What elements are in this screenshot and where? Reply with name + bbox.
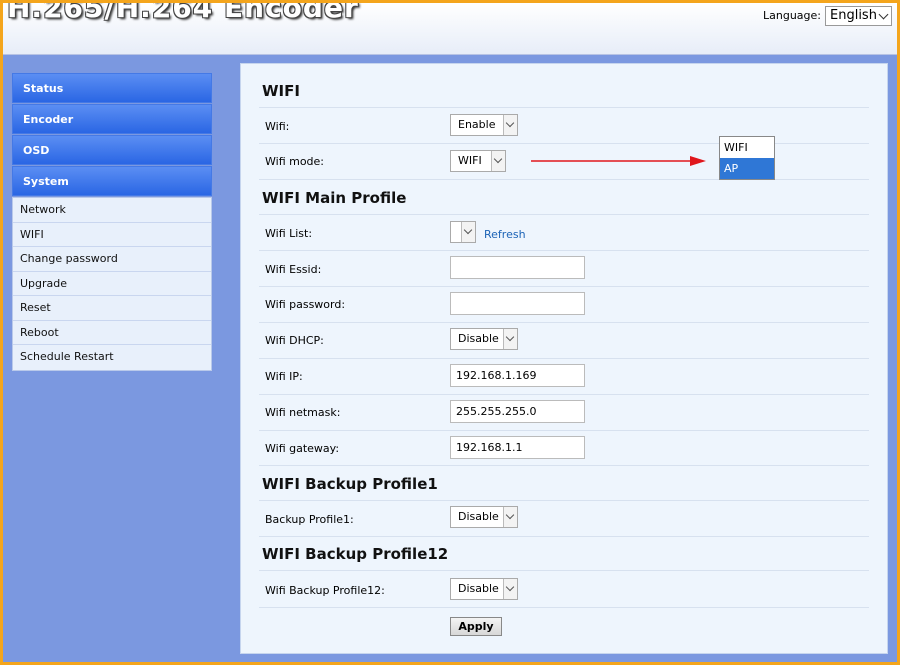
chevron-down-icon — [463, 225, 473, 235]
divider — [259, 570, 869, 571]
wifi-enable-value: Enable — [458, 118, 496, 131]
app-frame: H.265/H.264 Encoder Language: English St… — [3, 3, 897, 662]
chevron-down-icon — [493, 154, 503, 164]
wifi-essid-input[interactable] — [450, 256, 585, 279]
backup12-select[interactable]: Disable — [450, 578, 518, 600]
divider — [259, 500, 869, 501]
language-select[interactable]: English — [825, 6, 892, 26]
dropdown-button — [503, 507, 517, 527]
chevron-down-icon — [878, 9, 889, 20]
backup12-label: Wifi Backup Profile12: — [265, 584, 385, 597]
wifi-ip-label: Wifi IP: — [265, 370, 303, 383]
divider — [259, 430, 869, 431]
wifi-netmask-label: Wifi netmask: — [265, 406, 341, 419]
dropdown-button — [491, 151, 505, 171]
divider — [259, 214, 869, 215]
backup1-value: Disable — [458, 510, 499, 523]
wifi-mode-select[interactable]: WIFI — [450, 150, 506, 172]
section-title-backup1: WIFI Backup Profile1 — [262, 475, 438, 493]
chevron-down-icon — [505, 118, 515, 128]
dropdown-button — [503, 115, 517, 135]
settings-panel: WIFI Wifi: Enable Wifi mode: WIFI WIFI M… — [240, 63, 888, 654]
section-title-main-profile: WIFI Main Profile — [262, 189, 407, 207]
annotation-arrow-icon — [531, 156, 706, 166]
option-ap[interactable]: AP — [720, 158, 774, 179]
sidebar-item-network[interactable]: Network — [13, 198, 211, 223]
divider — [259, 358, 869, 359]
menu-status[interactable]: Status — [12, 73, 212, 103]
wifi-gateway-input[interactable]: 192.168.1.1 — [450, 436, 585, 459]
wifi-dhcp-value: Disable — [458, 332, 499, 345]
refresh-link[interactable]: Refresh — [484, 228, 526, 241]
wifi-essid-label: Wifi Essid: — [265, 263, 322, 276]
sidebar-item-wifi[interactable]: WIFI — [13, 223, 211, 247]
option-wifi[interactable]: WIFI — [720, 137, 774, 158]
sidebar-item-change-password[interactable]: Change password — [13, 247, 211, 272]
wifi-label: Wifi: — [265, 120, 290, 133]
dropdown-button — [503, 329, 517, 349]
wifi-gateway-label: Wifi gateway: — [265, 442, 340, 455]
backup1-label: Backup Profile1: — [265, 513, 354, 526]
divider — [259, 286, 869, 287]
divider — [259, 250, 869, 251]
wifi-dhcp-label: Wifi DHCP: — [265, 334, 324, 347]
section-title-wifi: WIFI — [262, 82, 300, 100]
wifi-mode-dropdown: WIFI AP — [719, 136, 775, 180]
apply-button[interactable]: Apply — [450, 617, 502, 636]
wifi-enable-select[interactable]: Enable — [450, 114, 518, 136]
divider — [259, 322, 869, 323]
language-value: English — [830, 8, 877, 23]
divider — [259, 394, 869, 395]
sidebar-item-upgrade[interactable]: Upgrade — [13, 272, 211, 296]
wifi-list-label: Wifi List: — [265, 227, 313, 240]
chevron-down-icon — [505, 582, 515, 592]
backup1-select[interactable]: Disable — [450, 506, 518, 528]
dropdown-button — [461, 222, 475, 242]
wifi-dhcp-select[interactable]: Disable — [450, 328, 518, 350]
product-logo: H.265/H.264 Encoder — [7, 3, 359, 24]
wifi-netmask-input[interactable]: 255.255.255.0 — [450, 400, 585, 423]
system-submenu: Network WIFI Change password Upgrade Res… — [12, 197, 212, 371]
chevron-down-icon — [505, 332, 515, 342]
sidebar-item-reset[interactable]: Reset — [13, 296, 211, 321]
divider — [259, 107, 869, 108]
divider — [259, 607, 869, 608]
wifi-mode-label: Wifi mode: — [265, 155, 325, 168]
wifi-password-input[interactable] — [450, 292, 585, 315]
chevron-down-icon — [505, 510, 515, 520]
menu-system[interactable]: System — [12, 166, 212, 196]
language-label: Language: — [763, 9, 821, 22]
menu-encoder[interactable]: Encoder — [12, 104, 212, 134]
header: H.265/H.264 Encoder Language: English — [3, 3, 897, 55]
divider — [259, 465, 869, 466]
section-title-backup12: WIFI Backup Profile12 — [262, 545, 449, 563]
wifi-password-label: Wifi password: — [265, 298, 346, 311]
sidebar-item-schedule-restart[interactable]: Schedule Restart — [13, 345, 211, 370]
sidebar: Status Encoder OSD System Network WIFI C… — [12, 73, 212, 371]
divider — [259, 143, 869, 144]
divider — [259, 536, 869, 537]
divider — [259, 179, 869, 180]
dropdown-button — [503, 579, 517, 599]
menu-osd[interactable]: OSD — [12, 135, 212, 165]
wifi-list-select[interactable] — [450, 221, 476, 243]
sidebar-item-reboot[interactable]: Reboot — [13, 321, 211, 345]
wifi-mode-value: WIFI — [458, 154, 482, 167]
backup12-value: Disable — [458, 582, 499, 595]
wifi-ip-input[interactable]: 192.168.1.169 — [450, 364, 585, 387]
